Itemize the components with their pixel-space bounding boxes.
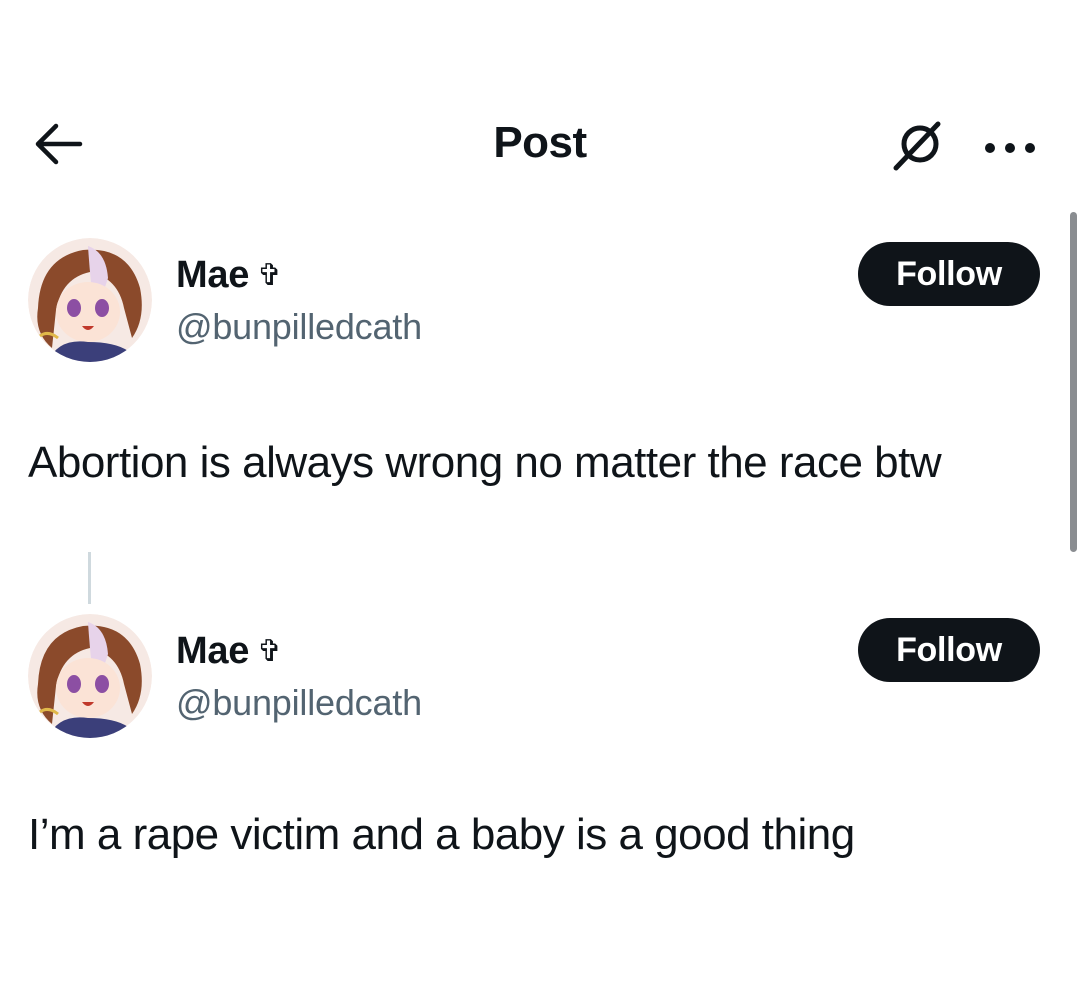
- post-text: I’m a rape victim and a baby is a good t…: [28, 810, 855, 859]
- display-name-text: Mae: [176, 254, 250, 296]
- follow-button[interactable]: Follow: [858, 242, 1040, 306]
- user-handle[interactable]: @bunpilledcath: [176, 682, 422, 724]
- thread-line: [88, 552, 91, 604]
- cross-badge-icon: ✞: [257, 635, 282, 668]
- top-bar: Post: [0, 100, 1080, 190]
- avatar[interactable]: [28, 238, 152, 362]
- more-horizontal-icon: [985, 143, 1035, 153]
- display-name-text: Mae: [176, 630, 250, 672]
- avatar-image: [28, 614, 152, 738]
- grok-button[interactable]: [890, 118, 946, 174]
- scrollbar[interactable]: [1070, 212, 1077, 552]
- grok-icon: [893, 121, 941, 171]
- follow-button[interactable]: Follow: [858, 618, 1040, 682]
- display-name[interactable]: Mae ✞: [176, 254, 282, 297]
- post-text: Abortion is always wrong no matter the r…: [28, 438, 942, 487]
- avatar-image: [28, 238, 152, 362]
- user-handle[interactable]: @bunpilledcath: [176, 306, 422, 348]
- avatar[interactable]: [28, 614, 152, 738]
- cross-badge-icon: ✞: [257, 259, 282, 292]
- display-name[interactable]: Mae ✞: [176, 630, 282, 673]
- more-options-button[interactable]: [980, 126, 1040, 166]
